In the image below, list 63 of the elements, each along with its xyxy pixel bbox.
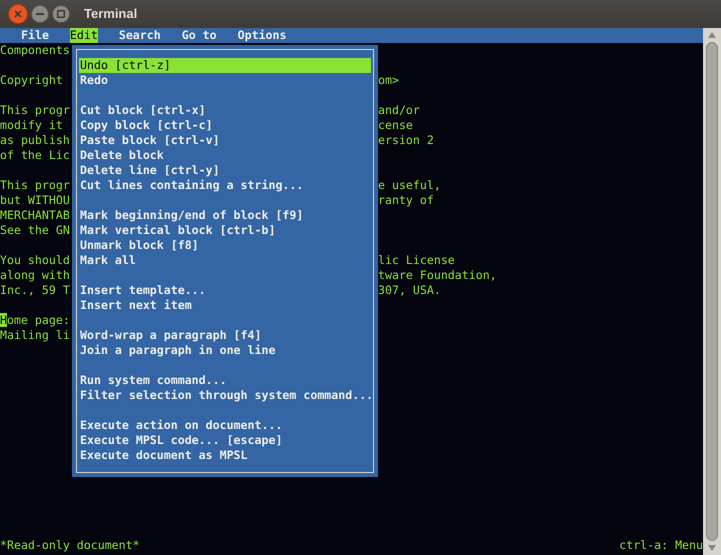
window-title: Terminal — [84, 5, 138, 24]
terminal-text: along with — [0, 268, 70, 282]
menu-item[interactable]: Execute document as MPSL — [79, 448, 371, 463]
terminal-text: ersion 2 — [378, 133, 434, 148]
menu-item[interactable]: Mark beginning/end of block [f9] — [79, 208, 371, 223]
menu-item[interactable]: Cut lines containing a string... — [79, 178, 371, 193]
terminal-text: lic License — [378, 253, 455, 268]
menu-item[interactable]: Redo — [79, 73, 371, 88]
terminal-text: cense — [378, 118, 413, 133]
menu-item[interactable]: Unmark block [f8] — [79, 238, 371, 253]
terminal-text: tware Foundation, — [378, 268, 497, 283]
menu-title[interactable]: File — [21, 28, 49, 43]
minimize-button[interactable] — [31, 5, 49, 23]
terminal-text: and/or — [378, 103, 420, 118]
terminal-text: Copyright — [0, 73, 63, 87]
terminal-text: Inc., 59 T — [0, 283, 70, 297]
menu-item[interactable]: Word-wrap a paragraph [f4] — [79, 328, 371, 343]
terminal-text: MERCHANTAB — [0, 208, 70, 222]
terminal-text: ranty of — [378, 193, 434, 208]
menu-item[interactable]: Execute MPSL code... [escape] — [79, 433, 371, 448]
menu-item[interactable]: Insert template... — [79, 283, 371, 298]
terminal-text: Components — [0, 43, 70, 57]
terminal-text: but WITHOU — [0, 193, 70, 207]
menu-item[interactable]: Copy block [ctrl-c] — [79, 118, 371, 133]
menu-title[interactable]: Go to — [182, 28, 217, 43]
terminal-text: e useful, — [378, 178, 441, 193]
status-text: *Read-only document* — [0, 538, 140, 553]
terminal-text: 307, USA. — [378, 283, 441, 298]
close-icon — [14, 10, 22, 18]
terminal-text: of the Lic — [0, 148, 70, 162]
menu-item[interactable]: Delete block — [79, 148, 371, 163]
minimize-icon — [36, 13, 44, 15]
scrollbar-thumb[interactable] — [706, 42, 718, 541]
menu-item[interactable]: Cut block [ctrl-x] — [79, 103, 371, 118]
close-button[interactable] — [8, 4, 28, 24]
menu-item[interactable]: Undo [ctrl-z] — [79, 58, 371, 73]
menu-item[interactable]: Mark vertical block [ctrl-b] — [79, 223, 371, 238]
menu-title[interactable]: Edit — [70, 28, 98, 43]
scroll-up-icon — [708, 32, 716, 38]
menu-item[interactable]: Join a paragraph in one line — [79, 343, 371, 358]
menu-title[interactable]: Search — [118, 28, 161, 43]
menu-item[interactable]: Paste block [ctrl-v] — [79, 133, 371, 148]
terminal-text: This progr — [0, 103, 70, 117]
terminal-text: This progr — [0, 178, 70, 192]
menu-item[interactable]: Run system command... — [79, 373, 371, 388]
maximize-button[interactable] — [52, 5, 70, 23]
menu-item[interactable]: Delete line [ctrl-y] — [79, 163, 371, 178]
terminal-text: as publish — [0, 133, 70, 147]
terminal-text: modify it — [0, 118, 63, 132]
terminal-text: Home page: — [0, 313, 70, 327]
scrollbar[interactable] — [703, 28, 721, 555]
maximize-icon — [57, 10, 65, 18]
menu-item[interactable]: Insert next item — [79, 298, 371, 313]
menu-hint: ctrl-a: Menu — [619, 538, 703, 553]
terminal-text: om> — [378, 73, 399, 88]
terminal-text: See the GN — [0, 223, 70, 237]
scroll-down-icon — [708, 545, 716, 551]
menu-item[interactable]: Mark all — [79, 253, 371, 268]
menu-title[interactable]: Options — [238, 28, 287, 43]
terminal-text: You should — [0, 253, 70, 267]
menu-item[interactable]: Execute action on document... — [79, 418, 371, 433]
menu-item[interactable]: Filter selection through system command... — [79, 388, 371, 403]
terminal-text: Mailing li — [0, 328, 70, 342]
